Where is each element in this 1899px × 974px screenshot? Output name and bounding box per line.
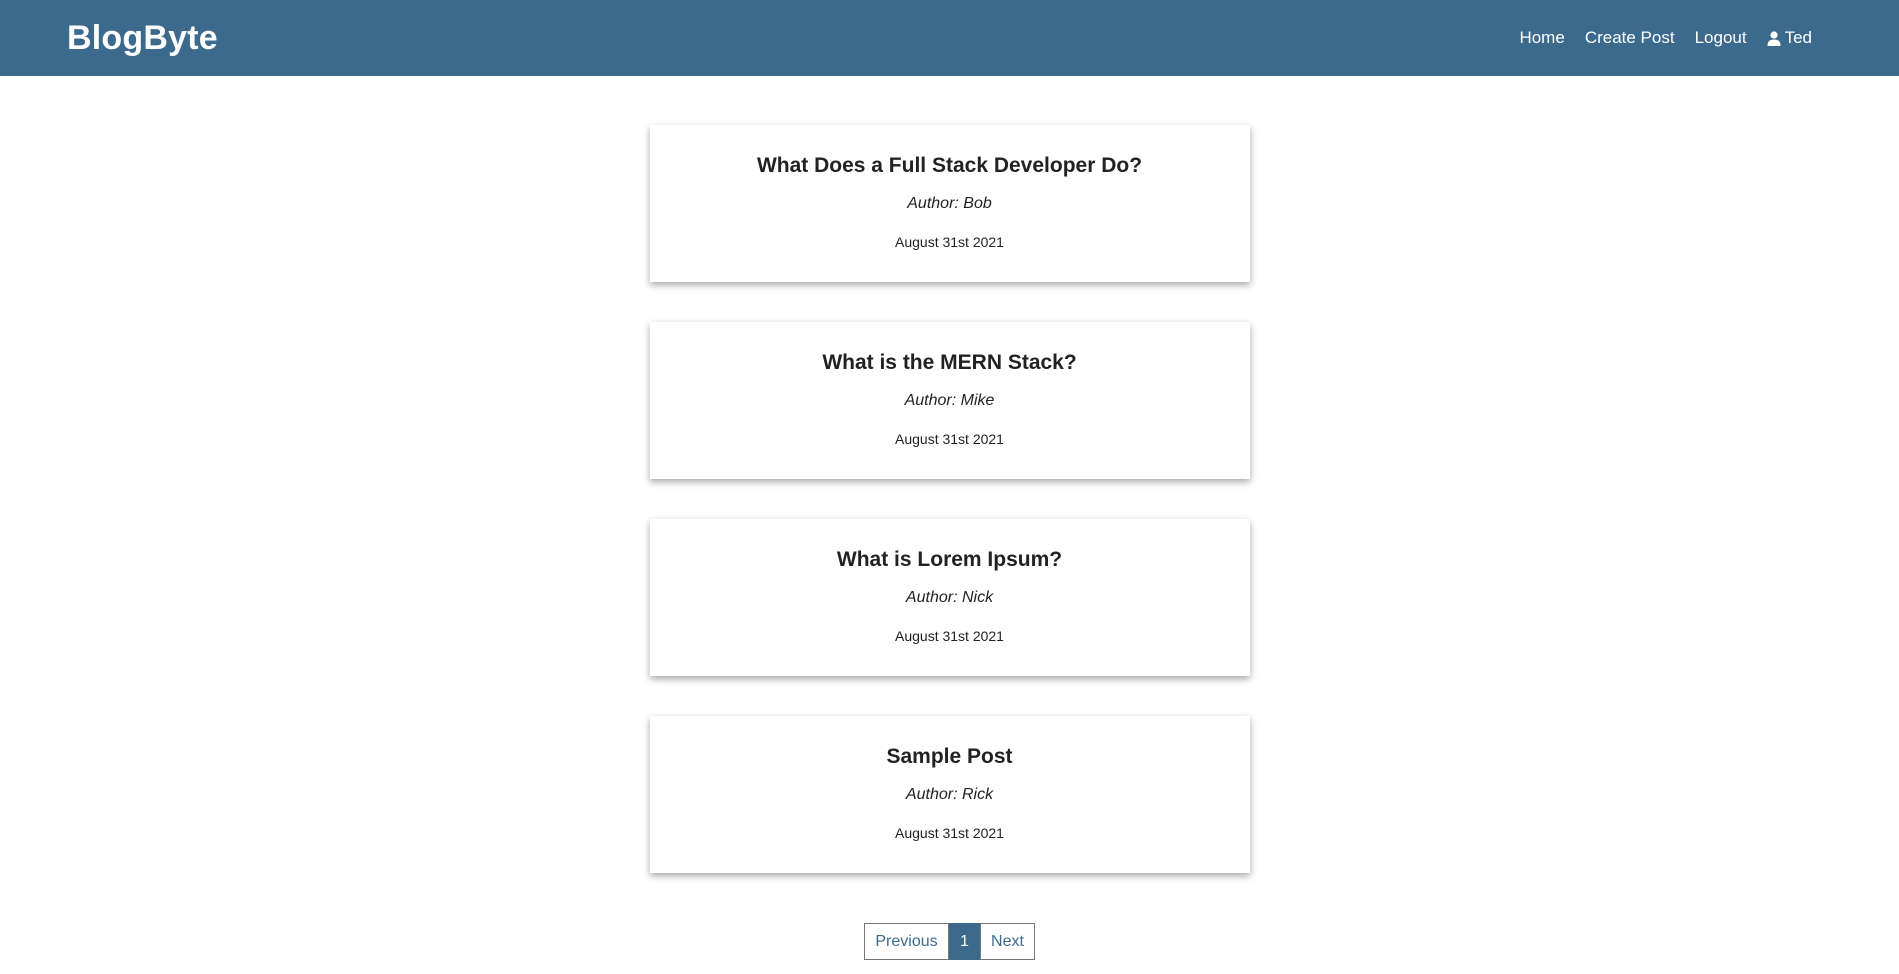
post-title[interactable]: What is the MERN Stack? [650,351,1250,375]
post-title[interactable]: What is Lorem Ipsum? [650,548,1250,572]
user-name: Ted [1784,28,1812,47]
next-page-button[interactable]: Next [980,923,1035,960]
post-card[interactable]: What is Lorem Ipsum? Author: Nick August… [649,519,1250,676]
user-icon [1767,30,1781,46]
post-date: August 31st 2021 [895,234,1004,250]
post-date: August 31st 2021 [895,628,1004,644]
post-date: August 31st 2021 [895,431,1004,447]
nav-user-link[interactable]: Ted [1767,28,1812,48]
pagination: Previous 1 Next [864,923,1035,960]
post-card[interactable]: Sample Post Author: Rick August 31st 202… [649,716,1250,873]
brand-logo[interactable]: BlogByte [67,19,218,58]
post-author: Author: Rick [905,786,994,803]
post-author: Author: Bob [907,195,992,212]
post-author: Author: Mike [904,392,995,409]
post-title[interactable]: What Does a Full Stack Developer Do? [650,154,1250,178]
nav-links: Home Create Post Logout Ted [1519,28,1812,48]
previous-page-button[interactable]: Previous [864,923,949,960]
post-title[interactable]: Sample Post [650,745,1250,769]
navbar: BlogByte Home Create Post Logout Ted [0,0,1899,76]
page-1-button[interactable]: 1 [949,923,980,960]
post-card[interactable]: What Does a Full Stack Developer Do? Aut… [649,125,1250,282]
post-date: August 31st 2021 [895,825,1004,841]
nav-home-link[interactable]: Home [1519,28,1564,48]
posts-list: What Does a Full Stack Developer Do? Aut… [0,76,1899,960]
nav-logout-link[interactable]: Logout [1695,28,1747,48]
nav-create-post-link[interactable]: Create Post [1585,28,1675,48]
post-card[interactable]: What is the MERN Stack? Author: Mike Aug… [649,322,1250,479]
post-author: Author: Nick [905,589,994,606]
